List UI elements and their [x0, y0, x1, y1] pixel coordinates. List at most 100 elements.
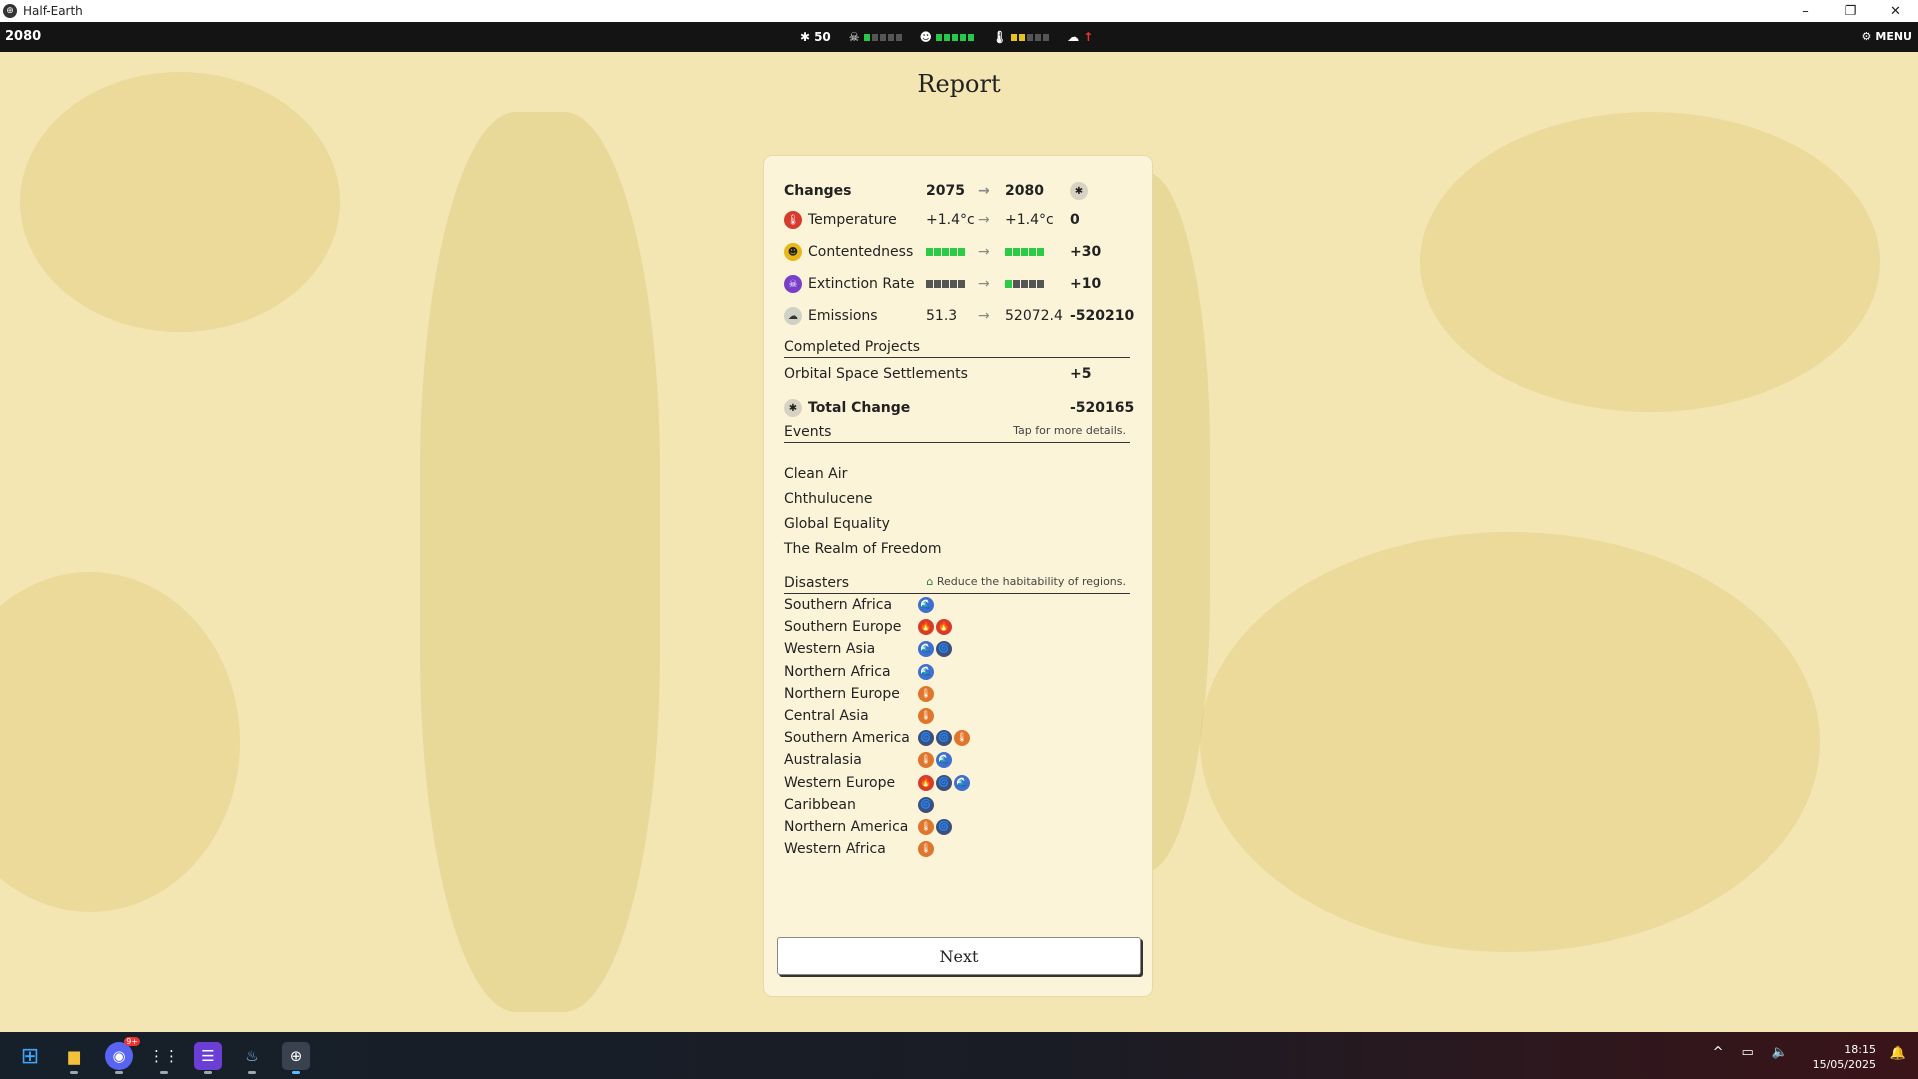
thermometer-icon: 🌡: [784, 211, 802, 229]
flood-disaster-icon[interactable]: 🌊: [936, 752, 952, 769]
change-row-extinction: ☠ Extinction Rate → +10: [784, 272, 1130, 296]
close-button[interactable]: ✕: [1873, 0, 1918, 22]
change-row-temperature: 🌡 Temperature +1.4°c → +1.4°c 0: [784, 208, 1130, 232]
event-item[interactable]: The Realm of Freedom: [784, 541, 942, 557]
flood-disaster-icon[interactable]: 🌊: [918, 641, 934, 658]
change-delta: -520210: [1070, 308, 1135, 324]
storm-disaster-icon[interactable]: 🌀: [936, 641, 952, 658]
section-heading: Completed Projects: [784, 339, 921, 355]
disaster-region-row[interactable]: Central Asia 🌡: [784, 705, 1130, 727]
discord-icon[interactable]: ◉ 9+: [105, 1037, 140, 1074]
current-year: 2080: [5, 29, 42, 44]
disaster-region-row[interactable]: Northern America 🌡 🌀: [784, 816, 1130, 838]
disaster-region-row[interactable]: Australasia 🌡 🌊: [784, 749, 1130, 771]
project-delta: +5: [1070, 366, 1092, 382]
total-change-value: -520165: [1070, 400, 1135, 416]
change-delta: +30: [1070, 244, 1102, 260]
fire-disaster-icon[interactable]: 🔥: [918, 774, 934, 791]
window-title: Half-Earth: [23, 4, 83, 18]
disaster-region-row[interactable]: Northern Europe 🌡: [784, 683, 1130, 705]
political-capital-stat[interactable]: ✱ 50: [800, 30, 831, 44]
event-item[interactable]: Global Equality: [784, 516, 890, 532]
disaster-icons: 🔥 🔥: [918, 619, 952, 636]
disaster-region-row[interactable]: Southern Europe 🔥 🔥: [784, 616, 1130, 638]
total-change-label: Total Change: [808, 400, 911, 416]
fire-disaster-icon[interactable]: 🔥: [936, 619, 952, 636]
disaster-region-row[interactable]: Caribbean 🌀: [784, 794, 1130, 816]
report-title: Report: [917, 70, 1001, 98]
disaster-region-row[interactable]: Northern Africa 🌊: [784, 661, 1130, 683]
contentedness-meter: [936, 33, 975, 41]
temperature-stat[interactable]: 🌡: [992, 30, 1050, 44]
change-name: Emissions: [808, 308, 878, 324]
disaster-icons: 🌡: [918, 685, 934, 702]
disaster-region-row[interactable]: Western Europe 🔥 🌀 🌊: [784, 772, 1130, 794]
disaster-region-row[interactable]: Southern America 🌀 🌀 🌡: [784, 727, 1130, 749]
contentedness-stat[interactable]: ☻: [920, 30, 975, 44]
region-name: Australasia: [784, 752, 862, 769]
heat-disaster-icon[interactable]: 🌡: [918, 819, 934, 835]
heat-disaster-icon[interactable]: 🌡: [918, 708, 934, 724]
flood-disaster-icon[interactable]: 🌊: [954, 774, 970, 791]
heat-disaster-icon[interactable]: 🌡: [918, 752, 934, 769]
storm-disaster-icon[interactable]: 🌀: [918, 730, 934, 747]
storm-disaster-icon[interactable]: 🌀: [918, 796, 934, 813]
arrow-icon: →: [978, 212, 990, 228]
disaster-icons: 🌡 🌊: [918, 752, 952, 769]
storm-disaster-icon[interactable]: 🌀: [936, 819, 952, 835]
menu-label: MENU: [1875, 30, 1912, 43]
extinction-stat[interactable]: ☠: [849, 30, 902, 44]
events-section: Events Tap for more details.: [784, 420, 1130, 443]
disaster-icons: 🔥 🌀 🌊: [918, 774, 970, 791]
disaster-region-row[interactable]: Western Asia 🌊 🌀: [784, 638, 1130, 660]
habitability-icon: ⌂: [926, 575, 934, 588]
project-row[interactable]: Orbital Space Settlements +5: [784, 362, 1130, 386]
report-panel: Changes 2075 → 2080 ✱ 🌡 Temperature +1.4…: [764, 156, 1152, 996]
disaster-region-row[interactable]: Western Africa 🌡: [784, 838, 1130, 860]
emissions-stat[interactable]: ☁ ↑: [1067, 30, 1093, 44]
smile-icon: ☻: [919, 30, 933, 44]
steam-icon[interactable]: ♨: [238, 1042, 266, 1074]
change-name: Temperature: [808, 212, 897, 228]
system-clock[interactable]: 18:15 15/05/2025: [1813, 1042, 1876, 1072]
political-capital-icon: ✱: [1070, 182, 1088, 200]
notes-app-icon[interactable]: ☰: [194, 1042, 222, 1074]
region-name: Southern America: [784, 730, 910, 747]
menu-button[interactable]: ⚙ MENU: [1862, 30, 1912, 43]
storm-disaster-icon[interactable]: 🌀: [936, 730, 952, 747]
heat-disaster-icon[interactable]: 🌡: [918, 685, 934, 702]
change-delta: 0: [1070, 212, 1080, 228]
network-icon[interactable]: ▭: [1742, 1045, 1754, 1060]
heat-disaster-icon[interactable]: 🌡: [918, 841, 934, 858]
chevron-up-icon[interactable]: ^: [1713, 1045, 1724, 1060]
event-item[interactable]: Chthulucene: [784, 491, 872, 507]
next-button[interactable]: Next: [777, 937, 1141, 975]
disaster-icons: 🌀 🌀 🌡: [918, 730, 970, 747]
change-from: 51.3: [926, 308, 958, 324]
heat-disaster-icon[interactable]: 🌡: [954, 730, 970, 747]
half-earth-taskbar-icon[interactable]: ⊕: [282, 1042, 310, 1074]
game-status-bar: 2080 ✱ 50 ☠ ☻ 🌡 ☁ ↑ ⚙ MENU: [0, 22, 1918, 52]
file-explorer-icon[interactable]: ▆: [60, 1042, 88, 1074]
political-capital-icon: ✱: [800, 30, 811, 44]
disaster-icons: 🌡: [918, 841, 934, 858]
event-item[interactable]: Clean Air: [784, 466, 847, 482]
completed-projects-section: Completed Projects: [784, 335, 1130, 358]
disaster-region-row[interactable]: Southern Africa 🌊: [784, 594, 1130, 616]
minimize-button[interactable]: –: [1783, 0, 1828, 22]
region-name: Northern America: [784, 819, 909, 835]
flood-disaster-icon[interactable]: 🌊: [918, 597, 934, 613]
terminal-app-icon[interactable]: ⋮⋮: [149, 1042, 179, 1074]
volume-icon[interactable]: 🔈: [1772, 1045, 1788, 1060]
notification-bell-icon[interactable]: 🔔: [1890, 1046, 1906, 1061]
skull-icon: ☠: [784, 275, 802, 293]
disaster-icons: 🌊: [918, 597, 934, 613]
change-row-emissions: ☁ Emissions 51.3 → 52072.4 -520210: [784, 304, 1134, 328]
from-year: 2075: [926, 183, 965, 199]
restore-button[interactable]: ❐: [1828, 0, 1873, 22]
fire-disaster-icon[interactable]: 🔥: [918, 619, 934, 636]
flood-disaster-icon[interactable]: 🌊: [918, 663, 934, 680]
start-windows-icon[interactable]: ⊞: [16, 1042, 44, 1070]
storm-disaster-icon[interactable]: 🌀: [936, 774, 952, 791]
half-earth-app-icon: ⊕: [3, 4, 17, 18]
